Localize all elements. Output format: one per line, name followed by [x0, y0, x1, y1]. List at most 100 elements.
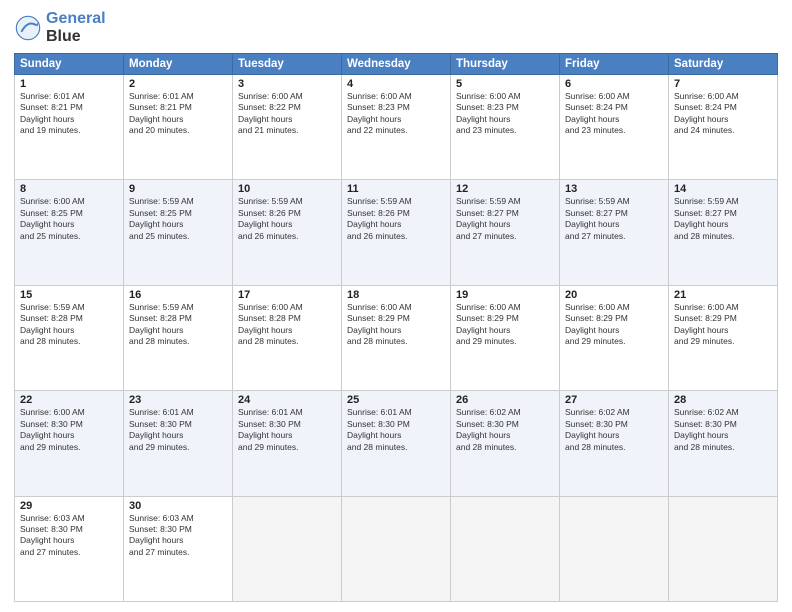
day-info: Sunrise: 6:01 AM Sunset: 8:30 PM Dayligh…: [129, 407, 227, 453]
week-row-2: 8 Sunrise: 6:00 AM Sunset: 8:25 PM Dayli…: [15, 180, 778, 285]
day-info: Sunrise: 6:03 AM Sunset: 8:30 PM Dayligh…: [129, 513, 227, 559]
day-info: Sunrise: 5:59 AM Sunset: 8:28 PM Dayligh…: [129, 302, 227, 348]
logo-text: General Blue: [46, 10, 106, 47]
day-info: Sunrise: 6:02 AM Sunset: 8:30 PM Dayligh…: [456, 407, 554, 453]
day-info: Sunrise: 6:00 AM Sunset: 8:29 PM Dayligh…: [347, 302, 445, 348]
calendar: SundayMondayTuesdayWednesdayThursdayFrid…: [14, 53, 778, 602]
day-number: 14: [674, 183, 772, 195]
header: General Blue: [14, 10, 778, 47]
day-info: Sunrise: 6:00 AM Sunset: 8:24 PM Dayligh…: [565, 91, 663, 137]
day-number: 21: [674, 289, 772, 301]
day-number: 25: [347, 394, 445, 406]
day-number: 9: [129, 183, 227, 195]
day-info: Sunrise: 6:01 AM Sunset: 8:21 PM Dayligh…: [129, 91, 227, 137]
day-cell-10: 10 Sunrise: 5:59 AM Sunset: 8:26 PM Dayl…: [233, 180, 342, 285]
day-number: 16: [129, 289, 227, 301]
logo: General Blue: [14, 10, 106, 47]
day-number: 28: [674, 394, 772, 406]
day-cell-15: 15 Sunrise: 5:59 AM Sunset: 8:28 PM Dayl…: [15, 285, 124, 390]
day-cell-9: 9 Sunrise: 5:59 AM Sunset: 8:25 PM Dayli…: [124, 180, 233, 285]
day-cell-27: 27 Sunrise: 6:02 AM Sunset: 8:30 PM Dayl…: [560, 391, 669, 496]
day-cell-29: 29 Sunrise: 6:03 AM Sunset: 8:30 PM Dayl…: [15, 496, 124, 601]
week-row-1: 1 Sunrise: 6:01 AM Sunset: 8:21 PM Dayli…: [15, 74, 778, 179]
week-row-3: 15 Sunrise: 5:59 AM Sunset: 8:28 PM Dayl…: [15, 285, 778, 390]
day-info: Sunrise: 6:00 AM Sunset: 8:25 PM Dayligh…: [20, 196, 118, 242]
day-info: Sunrise: 5:59 AM Sunset: 8:27 PM Dayligh…: [456, 196, 554, 242]
day-number: 27: [565, 394, 663, 406]
day-info: Sunrise: 6:01 AM Sunset: 8:30 PM Dayligh…: [347, 407, 445, 453]
day-number: 13: [565, 183, 663, 195]
day-info: Sunrise: 5:59 AM Sunset: 8:28 PM Dayligh…: [20, 302, 118, 348]
day-cell-4: 4 Sunrise: 6:00 AM Sunset: 8:23 PM Dayli…: [342, 74, 451, 179]
day-info: Sunrise: 6:00 AM Sunset: 8:29 PM Dayligh…: [674, 302, 772, 348]
day-number: 15: [20, 289, 118, 301]
day-cell-16: 16 Sunrise: 5:59 AM Sunset: 8:28 PM Dayl…: [124, 285, 233, 390]
day-number: 22: [20, 394, 118, 406]
day-info: Sunrise: 5:59 AM Sunset: 8:27 PM Dayligh…: [565, 196, 663, 242]
day-info: Sunrise: 6:00 AM Sunset: 8:29 PM Dayligh…: [456, 302, 554, 348]
weekday-header-row: SundayMondayTuesdayWednesdayThursdayFrid…: [15, 53, 778, 74]
empty-cell: [342, 496, 451, 601]
day-info: Sunrise: 6:00 AM Sunset: 8:28 PM Dayligh…: [238, 302, 336, 348]
day-cell-5: 5 Sunrise: 6:00 AM Sunset: 8:23 PM Dayli…: [451, 74, 560, 179]
day-cell-28: 28 Sunrise: 6:02 AM Sunset: 8:30 PM Dayl…: [669, 391, 778, 496]
empty-cell: [669, 496, 778, 601]
day-number: 11: [347, 183, 445, 195]
day-number: 26: [456, 394, 554, 406]
day-cell-8: 8 Sunrise: 6:00 AM Sunset: 8:25 PM Dayli…: [15, 180, 124, 285]
day-info: Sunrise: 6:01 AM Sunset: 8:30 PM Dayligh…: [238, 407, 336, 453]
day-cell-21: 21 Sunrise: 6:00 AM Sunset: 8:29 PM Dayl…: [669, 285, 778, 390]
day-info: Sunrise: 5:59 AM Sunset: 8:26 PM Dayligh…: [347, 196, 445, 242]
weekday-tuesday: Tuesday: [233, 53, 342, 74]
weekday-saturday: Saturday: [669, 53, 778, 74]
empty-cell: [233, 496, 342, 601]
empty-cell: [560, 496, 669, 601]
day-cell-14: 14 Sunrise: 5:59 AM Sunset: 8:27 PM Dayl…: [669, 180, 778, 285]
day-cell-20: 20 Sunrise: 6:00 AM Sunset: 8:29 PM Dayl…: [560, 285, 669, 390]
day-cell-3: 3 Sunrise: 6:00 AM Sunset: 8:22 PM Dayli…: [233, 74, 342, 179]
day-number: 23: [129, 394, 227, 406]
day-cell-30: 30 Sunrise: 6:03 AM Sunset: 8:30 PM Dayl…: [124, 496, 233, 601]
day-number: 18: [347, 289, 445, 301]
logo-icon: [14, 14, 42, 42]
day-number: 30: [129, 500, 227, 512]
day-cell-1: 1 Sunrise: 6:01 AM Sunset: 8:21 PM Dayli…: [15, 74, 124, 179]
day-info: Sunrise: 6:00 AM Sunset: 8:23 PM Dayligh…: [347, 91, 445, 137]
day-number: 4: [347, 78, 445, 90]
day-number: 29: [20, 500, 118, 512]
day-info: Sunrise: 6:00 AM Sunset: 8:30 PM Dayligh…: [20, 407, 118, 453]
day-cell-13: 13 Sunrise: 5:59 AM Sunset: 8:27 PM Dayl…: [560, 180, 669, 285]
day-cell-19: 19 Sunrise: 6:00 AM Sunset: 8:29 PM Dayl…: [451, 285, 560, 390]
day-info: Sunrise: 6:02 AM Sunset: 8:30 PM Dayligh…: [674, 407, 772, 453]
weekday-monday: Monday: [124, 53, 233, 74]
day-cell-24: 24 Sunrise: 6:01 AM Sunset: 8:30 PM Dayl…: [233, 391, 342, 496]
day-info: Sunrise: 5:59 AM Sunset: 8:25 PM Dayligh…: [129, 196, 227, 242]
day-info: Sunrise: 6:00 AM Sunset: 8:24 PM Dayligh…: [674, 91, 772, 137]
day-number: 5: [456, 78, 554, 90]
day-number: 1: [20, 78, 118, 90]
week-row-5: 29 Sunrise: 6:03 AM Sunset: 8:30 PM Dayl…: [15, 496, 778, 601]
day-number: 12: [456, 183, 554, 195]
week-row-4: 22 Sunrise: 6:00 AM Sunset: 8:30 PM Dayl…: [15, 391, 778, 496]
day-cell-7: 7 Sunrise: 6:00 AM Sunset: 8:24 PM Dayli…: [669, 74, 778, 179]
day-info: Sunrise: 5:59 AM Sunset: 8:27 PM Dayligh…: [674, 196, 772, 242]
day-cell-25: 25 Sunrise: 6:01 AM Sunset: 8:30 PM Dayl…: [342, 391, 451, 496]
day-number: 8: [20, 183, 118, 195]
weekday-friday: Friday: [560, 53, 669, 74]
day-info: Sunrise: 5:59 AM Sunset: 8:26 PM Dayligh…: [238, 196, 336, 242]
day-number: 3: [238, 78, 336, 90]
day-cell-12: 12 Sunrise: 5:59 AM Sunset: 8:27 PM Dayl…: [451, 180, 560, 285]
day-number: 2: [129, 78, 227, 90]
day-info: Sunrise: 6:01 AM Sunset: 8:21 PM Dayligh…: [20, 91, 118, 137]
day-number: 20: [565, 289, 663, 301]
day-number: 7: [674, 78, 772, 90]
day-cell-6: 6 Sunrise: 6:00 AM Sunset: 8:24 PM Dayli…: [560, 74, 669, 179]
day-cell-26: 26 Sunrise: 6:02 AM Sunset: 8:30 PM Dayl…: [451, 391, 560, 496]
day-number: 6: [565, 78, 663, 90]
page: General Blue SundayMondayTuesdayWednesda…: [0, 0, 792, 612]
day-info: Sunrise: 6:02 AM Sunset: 8:30 PM Dayligh…: [565, 407, 663, 453]
day-cell-17: 17 Sunrise: 6:00 AM Sunset: 8:28 PM Dayl…: [233, 285, 342, 390]
day-cell-11: 11 Sunrise: 5:59 AM Sunset: 8:26 PM Dayl…: [342, 180, 451, 285]
day-cell-18: 18 Sunrise: 6:00 AM Sunset: 8:29 PM Dayl…: [342, 285, 451, 390]
day-info: Sunrise: 6:00 AM Sunset: 8:22 PM Dayligh…: [238, 91, 336, 137]
